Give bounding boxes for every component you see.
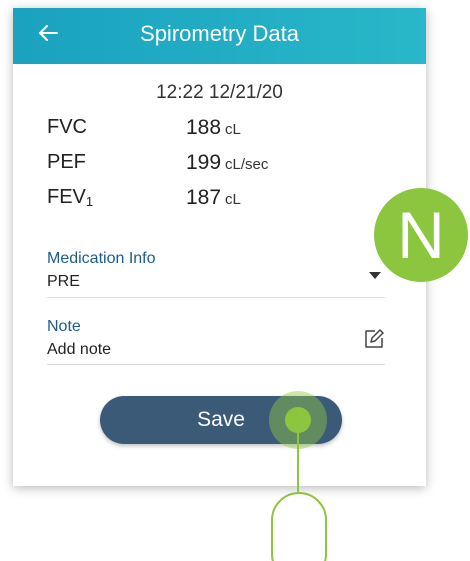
note-label: Note xyxy=(47,318,81,335)
edit-icon[interactable] xyxy=(363,328,385,350)
metric-name: FEV1 xyxy=(47,186,94,209)
app-header: Spirometry Data xyxy=(13,8,426,64)
page-title: Spirometry Data xyxy=(140,21,299,46)
dropdown-arrow-icon[interactable] xyxy=(369,272,381,279)
metric-name: PEF xyxy=(47,151,86,173)
metric-unit: cL/sec xyxy=(225,156,269,173)
callout-line xyxy=(297,432,299,492)
note-field[interactable]: Note Add note xyxy=(47,318,385,365)
metric-value: 199 cL/sec xyxy=(186,151,269,174)
metric-unit: cL xyxy=(225,121,241,138)
metric-name-subscript: 1 xyxy=(85,194,94,209)
metric-value: 188 cL xyxy=(186,116,241,139)
medication-info-dropdown[interactable]: Medication Info PRE xyxy=(47,250,385,298)
medication-info-label: Medication Info xyxy=(47,250,156,267)
spirometry-screen: Spirometry Data 12:22 12/21/20 FVC 188 cL… xyxy=(13,8,426,486)
annotation-badge-n: N xyxy=(374,188,468,282)
metric-unit: cL xyxy=(225,191,241,208)
test-timestamp: 12:22 12/21/20 xyxy=(156,82,283,103)
tap-indicator-dot xyxy=(285,407,311,433)
note-value: Add note xyxy=(47,341,112,358)
medication-info-value: PRE xyxy=(47,273,80,290)
metric-name: FVC xyxy=(47,116,87,138)
metric-value: 187 cL xyxy=(186,186,241,209)
annotation-badge-o xyxy=(271,492,327,561)
